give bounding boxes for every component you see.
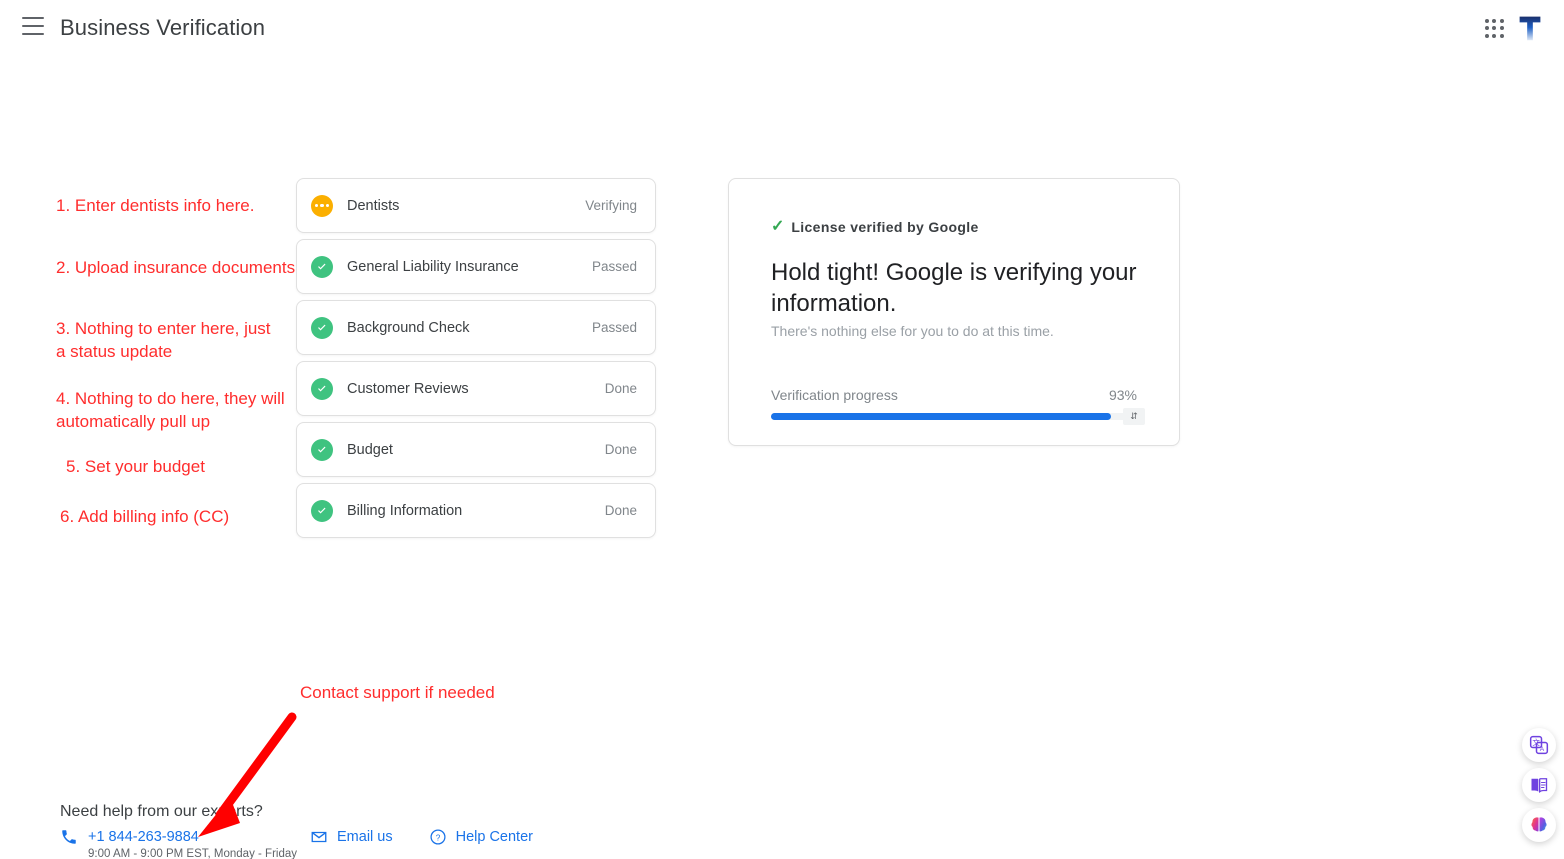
app-header: Business Verification: [0, 0, 1564, 58]
check-circle-icon: [311, 499, 333, 522]
task-status: Passed: [591, 320, 637, 335]
envelope-icon: [311, 831, 327, 843]
google-apps-grid-icon[interactable]: [1484, 18, 1506, 40]
verification-progress-block: Verification progress 93% ⇵: [771, 387, 1145, 425]
page-root: Business Verification Dentists Verifying…: [0, 0, 1564, 859]
task-status: Done: [604, 381, 637, 396]
help-center-link[interactable]: ? Help Center: [429, 828, 533, 846]
task-row-background-check[interactable]: Background Check Passed: [296, 300, 656, 355]
email-us-link[interactable]: Email us: [310, 828, 393, 846]
annotation-step-4: 4. Nothing to do here, they will automat…: [56, 389, 285, 431]
avatar[interactable]: [1512, 10, 1548, 46]
phone-icon: [62, 830, 76, 844]
translate-icon: 文 A: [1529, 735, 1549, 755]
progress-label: Verification progress: [771, 387, 898, 403]
in-progress-dots-icon: [311, 194, 333, 217]
green-check-icon: ✓: [771, 218, 785, 235]
task-row-dentists[interactable]: Dentists Verifying: [296, 178, 656, 233]
hamburger-menu-icon[interactable]: [22, 17, 44, 35]
check-circle-icon: [311, 438, 333, 461]
annotation-contact-support: Contact support if needed: [300, 683, 495, 702]
task-label: Background Check: [347, 319, 470, 336]
task-label: General Liability Insurance: [347, 258, 519, 275]
task-label: Dentists: [347, 197, 400, 214]
annotation-step-1: 1. Enter dentists info here.: [56, 196, 255, 215]
task-row-general-liability-insurance[interactable]: General Liability Insurance Passed: [296, 239, 656, 294]
task-status: Done: [604, 503, 637, 518]
check-circle-icon: [311, 377, 333, 400]
translate-button[interactable]: 文 A: [1522, 728, 1556, 762]
verification-status-card: ✓ License verified by Google Hold tight!…: [728, 178, 1180, 446]
annotation-arrow-icon: [198, 712, 297, 837]
svg-text:?: ?: [435, 833, 440, 842]
progress-bar[interactable]: ⇵: [771, 408, 1145, 425]
floating-action-stack: 文 A: [1522, 728, 1556, 842]
svg-text:A: A: [1540, 746, 1545, 753]
verification-subtitle: There's nothing else for you to do at th…: [771, 323, 1054, 339]
verification-headline: Hold tight! Google is verifying your inf…: [771, 259, 1137, 317]
check-circle-icon: [311, 316, 333, 339]
verification-task-list: Dentists Verifying General Liability Ins…: [296, 178, 656, 544]
book-icon: [1531, 778, 1548, 794]
annotation-step-3: 3. Nothing to enter here, just a status …: [56, 319, 271, 361]
brain-icon: [1531, 817, 1547, 833]
task-row-customer-reviews[interactable]: Customer Reviews Done: [296, 361, 656, 416]
email-us-label: Email us: [337, 829, 393, 845]
check-circle-icon: [311, 255, 333, 278]
task-status: Passed: [591, 259, 637, 274]
annotation-step-6: 6. Add billing info (CC): [60, 507, 230, 526]
license-verified-row: ✓ License verified by Google: [771, 218, 1137, 236]
task-label: Customer Reviews: [347, 380, 469, 397]
task-row-budget[interactable]: Budget Done: [296, 422, 656, 477]
help-center-label: Help Center: [455, 829, 533, 845]
annotation-step-2: 2. Upload insurance documents: [56, 258, 296, 277]
license-verified-label: License verified by Google: [791, 219, 979, 235]
dictionary-button[interactable]: [1522, 768, 1556, 802]
task-status: Verifying: [585, 198, 637, 213]
task-label: Budget: [347, 441, 393, 458]
ai-assistant-button[interactable]: [1522, 808, 1556, 842]
resize-handle-icon[interactable]: ⇵: [1123, 408, 1145, 425]
progress-percent: 93%: [1108, 387, 1137, 403]
progress-bar-fill: [771, 413, 1112, 420]
task-label: Billing Information: [347, 502, 463, 519]
page-title: Business Verification: [60, 15, 266, 40]
annotation-step-5: 5. Set your budget: [66, 457, 205, 476]
question-circle-icon: ?: [430, 829, 446, 845]
support-hours: 9:00 AM - 9:00 PM EST, Monday - Friday: [88, 848, 297, 859]
task-row-billing-information[interactable]: Billing Information Done: [296, 483, 656, 538]
task-status: Done: [604, 442, 637, 457]
